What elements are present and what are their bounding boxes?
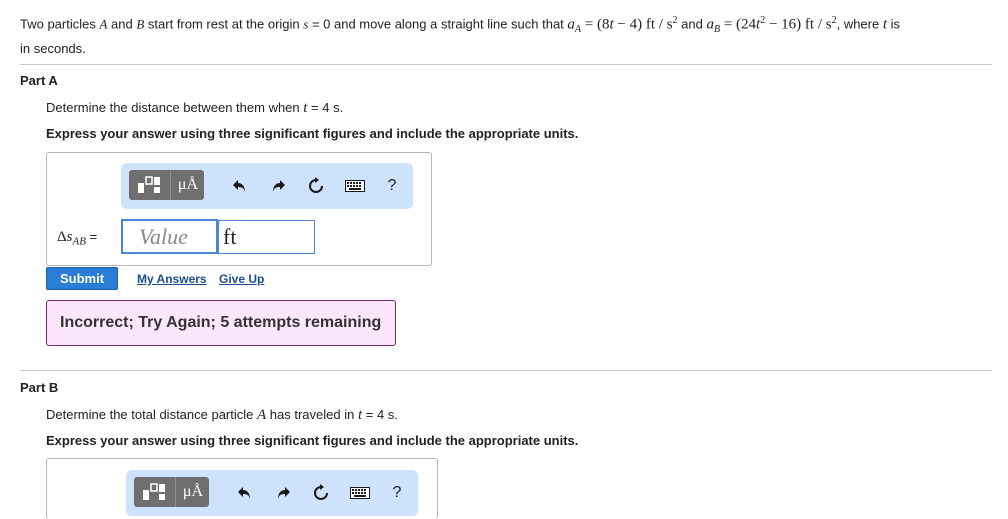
question-text: Determine the total distance particle bbox=[46, 407, 257, 422]
part-a-instructions: Express your answer using three signific… bbox=[46, 126, 579, 141]
problem-text: Two particles bbox=[20, 16, 100, 32]
problem-text: start from rest at the origin bbox=[144, 16, 304, 32]
keyboard-icon[interactable] bbox=[348, 482, 372, 504]
part-b-answer-box: μÅ ? bbox=[46, 458, 438, 519]
units-input[interactable]: ft bbox=[218, 220, 315, 254]
reset-icon[interactable] bbox=[305, 175, 327, 197]
reset-icon[interactable] bbox=[310, 482, 332, 504]
question-text: Determine the distance between them when bbox=[46, 100, 304, 115]
answer-label: ΔsAB = bbox=[57, 229, 97, 248]
question-text: = 4 s. bbox=[362, 407, 398, 422]
problem-line-1: Two particles A and B start from rest at… bbox=[20, 11, 988, 39]
equals-sign: = bbox=[85, 229, 98, 244]
accel-a-expr-rest: − 4) ft / s bbox=[613, 16, 673, 33]
question-text: has traveled in bbox=[266, 407, 358, 422]
accel-a-symbol: a bbox=[567, 16, 575, 33]
accel-b-symbol: a bbox=[706, 16, 714, 33]
help-icon[interactable]: ? bbox=[388, 482, 406, 504]
templates-icon[interactable] bbox=[129, 170, 169, 200]
undo-icon[interactable] bbox=[234, 482, 256, 504]
redo-icon[interactable] bbox=[272, 482, 294, 504]
equation-toolbar: μÅ ? bbox=[126, 470, 418, 516]
part-a-question: Determine the distance between them when… bbox=[46, 100, 343, 117]
accel-b-expr: = (24 bbox=[720, 16, 757, 33]
problem-line-2: in seconds. bbox=[20, 40, 86, 56]
units-icon[interactable]: μÅ bbox=[170, 170, 205, 200]
part-b-instructions: Express your answer using three signific… bbox=[46, 433, 579, 448]
accel-b-expr-rest: − 16) ft / s bbox=[765, 16, 832, 33]
equation-toolbar: μÅ ? bbox=[121, 163, 413, 209]
part-b-question: Determine the total distance particle A … bbox=[46, 407, 398, 424]
redo-icon[interactable] bbox=[267, 175, 289, 197]
submit-button[interactable]: Submit bbox=[46, 267, 118, 290]
part-b-title: Part B bbox=[20, 380, 59, 395]
question-text: = 4 s. bbox=[307, 100, 344, 115]
delta-symbol: Δ bbox=[57, 229, 67, 245]
accel-a-expr: = (8 bbox=[581, 16, 610, 33]
toolbar-button-group: μÅ bbox=[129, 170, 204, 200]
toolbar-button-group: μÅ bbox=[134, 477, 209, 507]
problem-text: and bbox=[107, 16, 137, 32]
my-answers-link[interactable]: My Answers bbox=[137, 272, 207, 286]
problem-text: and bbox=[677, 16, 707, 32]
help-icon[interactable]: ? bbox=[383, 175, 401, 197]
give-up-link[interactable]: Give Up bbox=[219, 272, 264, 286]
problem-text: = 0 and move along a straight line such … bbox=[308, 16, 568, 32]
problem-statement: Two particles A and B start from rest at… bbox=[20, 11, 988, 58]
problem-text: is bbox=[887, 16, 901, 32]
templates-icon[interactable] bbox=[134, 477, 174, 507]
part-a-answer-box: μÅ ? ΔsAB = Value ft bbox=[46, 152, 432, 266]
units-icon[interactable]: μÅ bbox=[175, 477, 210, 507]
problem-text: , where bbox=[836, 16, 883, 32]
divider bbox=[20, 64, 992, 65]
value-input[interactable]: Value bbox=[121, 219, 218, 254]
keyboard-icon[interactable] bbox=[343, 175, 367, 197]
part-a-title: Part A bbox=[20, 73, 58, 88]
divider bbox=[20, 370, 992, 371]
particle-a: A bbox=[257, 407, 267, 423]
feedback-message: Incorrect; Try Again; 5 attempts remaini… bbox=[46, 300, 396, 346]
undo-icon[interactable] bbox=[229, 175, 251, 197]
label-subscript: AB bbox=[72, 235, 86, 248]
